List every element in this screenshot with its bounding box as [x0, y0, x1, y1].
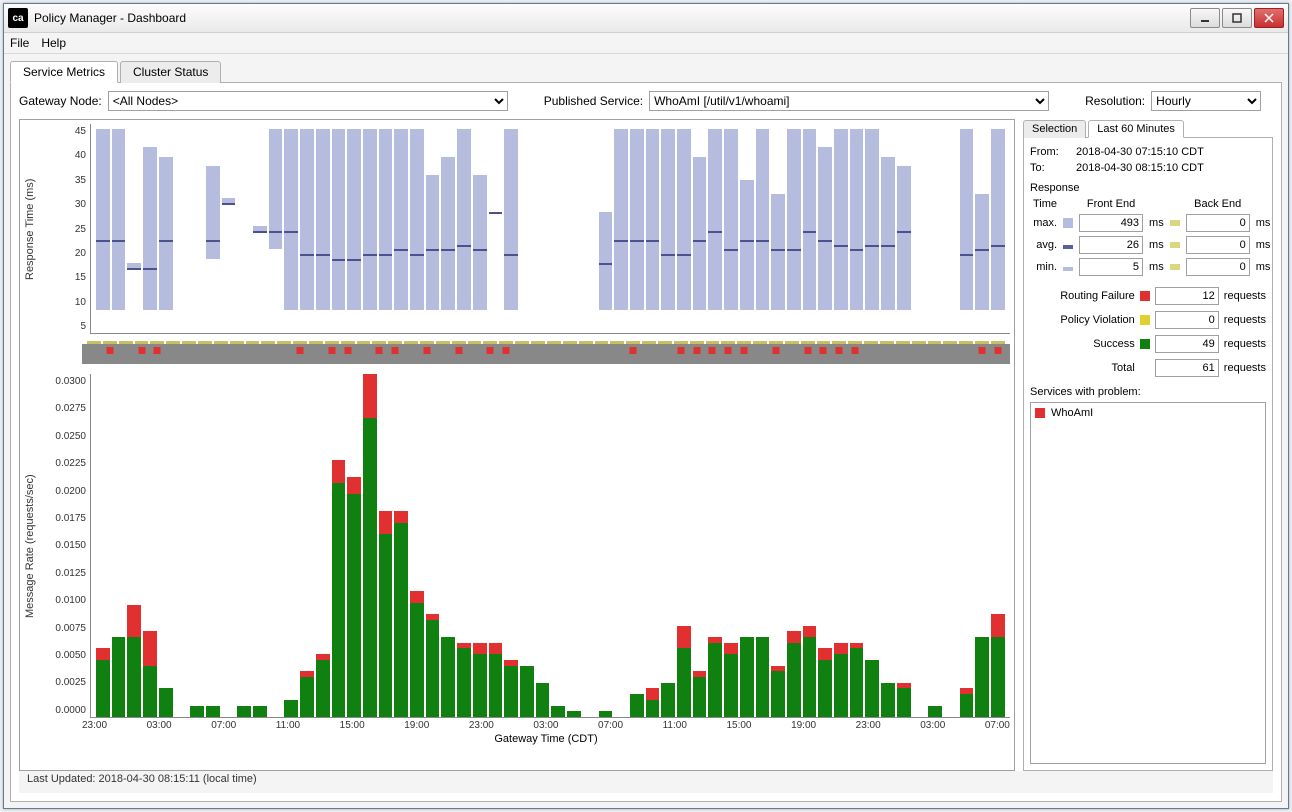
charts-panel: Response Time (ms) 45403530252015105: [19, 119, 1015, 771]
menu-file[interactable]: File: [10, 36, 29, 50]
success-input[interactable]: [1155, 335, 1219, 353]
tab-cluster-status[interactable]: Cluster Status: [120, 61, 221, 83]
row-min: min.: [1030, 256, 1060, 278]
routing-failure-swatch-icon: [1140, 291, 1150, 301]
x-axis-label: Gateway Time (CDT): [494, 733, 597, 745]
status-bar: Last Updated: 2018-04-30 08:15:11 (local…: [19, 771, 1273, 793]
main-row: Response Time (ms) 45403530252015105: [19, 119, 1273, 771]
requests-unit: requests: [1224, 314, 1266, 326]
fe-avg-swatch-icon: [1063, 245, 1073, 249]
row-avg: avg.: [1030, 234, 1060, 256]
success-label: Success: [1030, 338, 1135, 350]
be-swatch-icon: [1170, 220, 1180, 226]
response-time-yticks: 45403530252015105: [40, 124, 90, 334]
from-label: From:: [1030, 146, 1070, 158]
be-avg-input[interactable]: [1186, 236, 1250, 254]
routing-failure-label: Routing Failure: [1030, 290, 1135, 302]
be-max-input[interactable]: [1186, 214, 1250, 232]
gateway-node-select[interactable]: <All Nodes>: [108, 91, 508, 111]
message-rate-plot[interactable]: [90, 374, 1010, 718]
total-input[interactable]: [1155, 359, 1219, 377]
failure-band-chart[interactable]: [24, 334, 1010, 374]
success-swatch-icon: [1140, 339, 1150, 349]
problem-services-list[interactable]: WhoAmI: [1030, 402, 1266, 764]
policy-violation-swatch-icon: [1140, 315, 1150, 325]
col-backend: Back End: [1183, 196, 1253, 212]
x-axis: 23:0003:0007:0011:0015:0019:0023:0003:00…: [82, 718, 1010, 750]
requests-unit: requests: [1224, 362, 1266, 374]
fe-min-input[interactable]: [1079, 258, 1143, 276]
tab-last-60-minutes[interactable]: Last 60 Minutes: [1088, 120, 1184, 138]
tabpage-service-metrics: Gateway Node: <All Nodes> Published Serv…: [10, 83, 1282, 802]
requests-unit: requests: [1224, 290, 1266, 302]
sidebar-page: From: 2018-04-30 07:15:10 CDT To: 2018-0…: [1023, 138, 1273, 771]
response-section-label: Response: [1030, 182, 1266, 194]
response-time-table: Time Front End Back End max.: [1030, 196, 1273, 278]
problem-swatch-icon: [1035, 408, 1045, 418]
col-frontend: Front End: [1076, 196, 1146, 212]
published-service-label: Published Service:: [544, 94, 643, 108]
fe-range-swatch-icon: [1063, 218, 1073, 228]
total-label: Total: [1030, 362, 1135, 374]
be-min-input[interactable]: [1186, 258, 1250, 276]
problem-service-item[interactable]: WhoAmI: [1035, 407, 1261, 419]
col-time: Time: [1030, 196, 1060, 212]
x-tick-labels: 23:0003:0007:0011:0015:0019:0023:0003:00…: [78, 718, 1014, 731]
details-sidebar: Selection Last 60 Minutes From: 2018-04-…: [1023, 119, 1273, 771]
resolution-label: Resolution:: [1085, 94, 1145, 108]
routing-failure-input[interactable]: [1155, 287, 1219, 305]
window-title: Policy Manager - Dashboard: [34, 11, 1188, 25]
app-window: ca Policy Manager - Dashboard File Help …: [3, 3, 1289, 809]
tab-selection[interactable]: Selection: [1023, 120, 1086, 138]
close-button[interactable]: [1254, 8, 1284, 28]
fe-avg-input[interactable]: [1079, 236, 1143, 254]
app-logo: ca: [8, 8, 28, 28]
fe-max-input[interactable]: [1079, 214, 1143, 232]
message-rate-chart[interactable]: Message Rate (requests/sec) 0.03000.0275…: [24, 374, 1010, 718]
published-service-select[interactable]: WhoAmI [/util/v1/whoami]: [649, 91, 1049, 111]
response-time-ylabel: Response Time (ms): [24, 124, 40, 334]
from-value: 2018-04-30 07:15:10 CDT: [1076, 146, 1204, 158]
last-updated-text: Last Updated: 2018-04-30 08:15:11 (local…: [27, 773, 257, 785]
main-tabs: Service Metrics Cluster Status: [10, 60, 1282, 83]
main-body: Service Metrics Cluster Status Gateway N…: [4, 54, 1288, 808]
response-time-plot[interactable]: [90, 124, 1010, 334]
titlebar: ca Policy Manager - Dashboard: [4, 4, 1288, 33]
row-max: max.: [1030, 212, 1060, 234]
message-rate-yticks: 0.03000.02750.02500.02250.02000.01750.01…: [40, 374, 90, 718]
gateway-node-label: Gateway Node:: [19, 94, 102, 108]
resolution-select[interactable]: Hourly: [1151, 91, 1261, 111]
failure-band-plot[interactable]: [82, 334, 1010, 374]
problem-service-name: WhoAmI: [1051, 407, 1093, 419]
response-time-chart[interactable]: Response Time (ms) 45403530252015105: [24, 124, 1010, 334]
fe-min-swatch-icon: [1063, 267, 1073, 271]
to-label: To:: [1030, 162, 1070, 174]
tab-service-metrics[interactable]: Service Metrics: [10, 61, 118, 83]
policy-violation-input[interactable]: [1155, 311, 1219, 329]
menubar: File Help: [4, 33, 1288, 54]
be-swatch-icon: [1170, 242, 1180, 248]
minimize-button[interactable]: [1190, 8, 1220, 28]
problem-services-label: Services with problem:: [1030, 386, 1266, 398]
filter-row: Gateway Node: <All Nodes> Published Serv…: [19, 91, 1273, 111]
to-value: 2018-04-30 08:15:10 CDT: [1076, 162, 1204, 174]
menu-help[interactable]: Help: [41, 36, 66, 50]
policy-violation-label: Policy Violation: [1030, 314, 1135, 326]
maximize-button[interactable]: [1222, 8, 1252, 28]
requests-unit: requests: [1224, 338, 1266, 350]
message-rate-ylabel: Message Rate (requests/sec): [24, 374, 40, 718]
sidebar-tabs: Selection Last 60 Minutes: [1023, 119, 1273, 138]
be-swatch-icon: [1170, 264, 1180, 270]
